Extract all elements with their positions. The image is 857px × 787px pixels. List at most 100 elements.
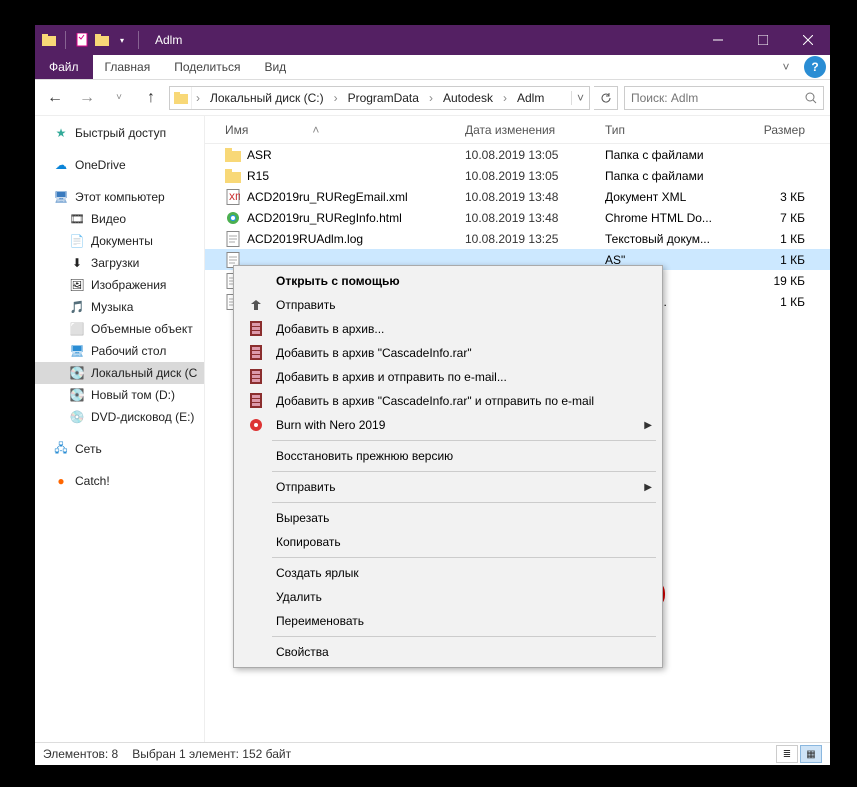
svg-text:xml: xml [229, 189, 240, 203]
titlebar: ▾ Adlm [35, 25, 830, 55]
menu-item[interactable]: Добавить в архив... [234, 317, 662, 341]
menu-item[interactable]: Открыть с помощью [234, 269, 662, 293]
table-row[interactable]: ACD2019RUAdlm.log10.08.2019 13:25Текстов… [205, 228, 830, 249]
nav-documents[interactable]: 📄Документы [35, 230, 204, 252]
qat-newfolder-icon[interactable] [94, 32, 110, 48]
qat-properties-icon[interactable] [74, 32, 90, 48]
file-date: 10.08.2019 13:48 [465, 211, 605, 225]
menu-item[interactable]: Burn with Nero 2019▶ [234, 413, 662, 437]
back-button[interactable]: ← [41, 84, 69, 112]
crumb[interactable]: Adlm [511, 87, 550, 109]
blank-icon [244, 447, 268, 465]
blank-icon [244, 478, 268, 496]
nav-network[interactable]: 🖧Сеть [35, 438, 204, 460]
search-input[interactable] [625, 91, 799, 105]
computer-icon: 🖥 [53, 189, 69, 205]
nav-desktop[interactable]: 🖥Рабочий стол [35, 340, 204, 362]
menu-item[interactable]: Восстановить прежнюю версию [234, 444, 662, 468]
menu-item[interactable]: Отправить [234, 293, 662, 317]
blank-icon [244, 509, 268, 527]
menu-label: Открыть с помощью [276, 274, 652, 288]
table-row[interactable]: R1510.08.2019 13:05Папка с файлами [205, 165, 830, 186]
nav-downloads[interactable]: ⬇Загрузки [35, 252, 204, 274]
crumb[interactable]: Локальный диск (C:) [204, 87, 330, 109]
table-row[interactable]: ASR10.08.2019 13:05Папка с файлами [205, 144, 830, 165]
file-icon [225, 210, 241, 226]
nav-pane: ★Быстрый доступ ☁OneDrive 🖥Этот компьюте… [35, 116, 205, 742]
refresh-button[interactable] [594, 86, 618, 110]
search-box[interactable] [624, 86, 824, 110]
menu-item[interactable]: Добавить в архив "CascadeInfo.rar" [234, 341, 662, 365]
maximize-button[interactable] [740, 25, 785, 55]
nav-3d[interactable]: ⬜Объемные объект [35, 318, 204, 340]
view-icons-button[interactable]: ▦ [800, 745, 822, 763]
qat-dropdown-icon[interactable]: ▾ [114, 32, 130, 48]
nav-catch[interactable]: ●Catch! [35, 470, 204, 492]
help-icon[interactable]: ? [804, 56, 826, 78]
nav-dvd[interactable]: 💿DVD-дисковод (E:) [35, 406, 204, 428]
status-count: Элементов: 8 [43, 747, 118, 761]
crumb[interactable]: ProgramData [342, 87, 425, 109]
nav-videos[interactable]: 🎞Видео [35, 208, 204, 230]
file-size: 1 КБ [745, 253, 805, 267]
table-row[interactable]: xmlACD2019ru_RURegEmail.xml10.08.2019 13… [205, 186, 830, 207]
menu-label: Вырезать [276, 511, 652, 525]
menu-item[interactable]: Переименовать [234, 609, 662, 633]
recent-dropdown-icon[interactable]: ˅ [105, 84, 133, 112]
file-name: R15 [247, 169, 465, 183]
search-icon[interactable] [799, 92, 823, 104]
ribbon-tab-home[interactable]: Главная [93, 55, 163, 79]
menu-label: Восстановить прежнюю версию [276, 449, 652, 463]
ribbon-expand-icon[interactable]: ˅ [772, 55, 800, 79]
cube-icon: ⬜ [69, 321, 85, 337]
file-icon [225, 168, 241, 184]
nav-music[interactable]: 🎵Музыка [35, 296, 204, 318]
document-icon: 📄 [69, 233, 85, 249]
nav-drive-c[interactable]: 💽Локальный диск (C [35, 362, 204, 384]
menu-item[interactable]: Добавить в архив "CascadeInfo.rar" и отп… [234, 389, 662, 413]
nav-quick-access[interactable]: ★Быстрый доступ [35, 122, 204, 144]
file-size: 1 КБ [745, 295, 805, 309]
up-button[interactable]: ↑ [137, 84, 165, 112]
share-icon [244, 296, 268, 314]
close-button[interactable] [785, 25, 830, 55]
nav-thispc[interactable]: 🖥Этот компьютер [35, 186, 204, 208]
download-icon: ⬇ [69, 255, 85, 271]
menu-label: Отправить [276, 480, 644, 494]
status-selection: Выбран 1 элемент: 152 байт [132, 747, 291, 761]
rar-icon [244, 368, 268, 386]
col-name[interactable]: Имя ˄ [225, 123, 465, 137]
column-headers[interactable]: Имя ˄ Дата изменения Тип Размер [205, 116, 830, 144]
table-row[interactable]: ACD2019ru_RURegInfo.html10.08.2019 13:48… [205, 207, 830, 228]
folder-icon [170, 87, 192, 109]
minimize-button[interactable] [695, 25, 740, 55]
nav-drive-d[interactable]: 💽Новый том (D:) [35, 384, 204, 406]
col-type[interactable]: Тип [605, 123, 745, 137]
col-date[interactable]: Дата изменения [465, 123, 605, 137]
forward-button[interactable]: → [73, 84, 101, 112]
col-size[interactable]: Размер [745, 123, 805, 137]
ribbon-tab-share[interactable]: Поделиться [162, 55, 252, 79]
menu-item[interactable]: Создать ярлык [234, 561, 662, 585]
ribbon-file[interactable]: Файл [35, 55, 93, 79]
address-bar: ← → ˅ ↑ › Локальный диск (C:)› ProgramDa… [35, 80, 830, 116]
menu-label: Удалить [276, 590, 652, 604]
menu-label: Добавить в архив... [276, 322, 652, 336]
menu-item[interactable]: Вырезать [234, 506, 662, 530]
file-date: 10.08.2019 13:48 [465, 190, 605, 204]
disc-icon: 💿 [69, 409, 85, 425]
nav-onedrive[interactable]: ☁OneDrive [35, 154, 204, 176]
menu-item[interactable]: Добавить в архив и отправить по e-mail..… [234, 365, 662, 389]
crumb[interactable]: Autodesk [437, 87, 499, 109]
view-details-button[interactable]: ≣ [776, 745, 798, 763]
star-icon: ★ [53, 125, 69, 141]
menu-item[interactable]: Отправить▶ [234, 475, 662, 499]
menu-item[interactable]: Копировать [234, 530, 662, 554]
submenu-arrow-icon: ▶ [644, 482, 652, 493]
breadcrumb[interactable]: › Локальный диск (C:)› ProgramData› Auto… [169, 86, 590, 110]
menu-item[interactable]: Удалить [234, 585, 662, 609]
ribbon-tab-view[interactable]: Вид [252, 55, 298, 79]
nav-pictures[interactable]: 🖼Изображения [35, 274, 204, 296]
chevron-down-icon[interactable]: ˅ [571, 91, 589, 105]
menu-item[interactable]: Свойства [234, 640, 662, 664]
